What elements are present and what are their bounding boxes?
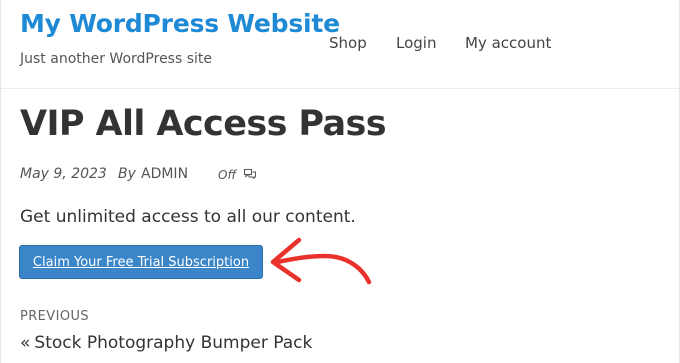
post-by-label: By bbox=[118, 166, 136, 182]
annotation-arrow-icon bbox=[270, 237, 372, 285]
site-header: My WordPress Website Just another WordPr… bbox=[1, 0, 679, 89]
post-title: VIP All Access Pass bbox=[20, 104, 387, 144]
comment-icon bbox=[244, 169, 256, 179]
page-frame: My WordPress Website Just another WordPr… bbox=[0, 0, 680, 363]
site-tagline: Just another WordPress site bbox=[20, 51, 213, 67]
nav-item-my-account[interactable]: My account bbox=[465, 34, 551, 52]
post-body-text: Get unlimited access to all our content. bbox=[20, 207, 356, 227]
claim-free-trial-button[interactable]: Claim Your Free Trial Subscription bbox=[19, 245, 263, 279]
post-date[interactable]: May 9, 2023 bbox=[20, 166, 107, 182]
previous-post-title[interactable]: Stock Photography Bumper Pack bbox=[34, 333, 312, 353]
post-author[interactable]: ADMIN bbox=[141, 166, 188, 182]
previous-post-link[interactable]: «Stock Photography Bumper Pack bbox=[20, 333, 312, 353]
nav-item-shop[interactable]: Shop bbox=[329, 34, 367, 52]
site-title[interactable]: My WordPress Website bbox=[20, 9, 340, 38]
nav-item-login[interactable]: Login bbox=[396, 34, 436, 52]
previous-post-label: PREVIOUS bbox=[20, 309, 90, 324]
comments-status: Off bbox=[218, 168, 237, 182]
double-chevron-left-icon: « bbox=[20, 333, 31, 353]
